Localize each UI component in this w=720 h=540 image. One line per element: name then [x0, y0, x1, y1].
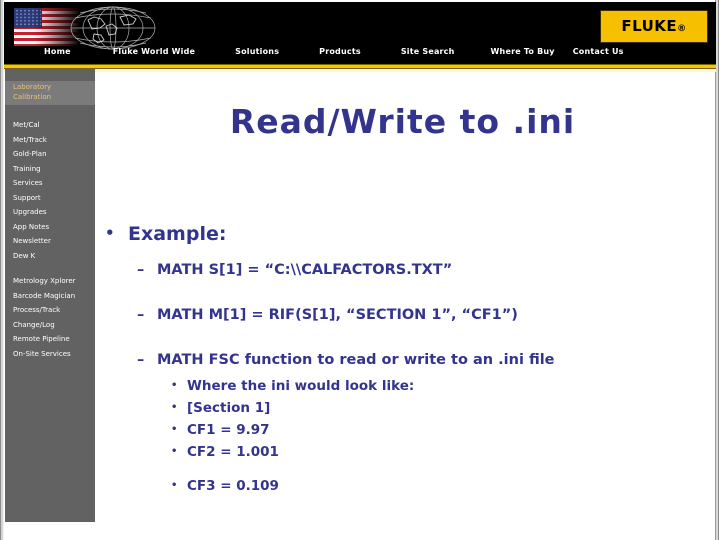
fluke-logo-text: FLUKE®	[621, 17, 687, 35]
main-navigation: Home Fluke World Wide Solutions Products…	[6, 44, 714, 58]
bullet-ini-cf3: CF3 = 0.109	[95, 475, 710, 497]
bullet-ini-cf1: CF1 = 9.97	[95, 419, 710, 441]
sidebar-item-change-log[interactable]: Change/Log	[13, 318, 97, 333]
sidebar-item-mettrack[interactable]: Met/Track	[13, 133, 97, 148]
fluke-logo[interactable]: FLUKE®	[600, 10, 708, 43]
sidebar-item-newsletter[interactable]: Newsletter	[13, 234, 97, 249]
sidebar-item-training[interactable]: Training	[13, 162, 97, 177]
bullet-ini-cf2: CF2 = 1.001	[95, 441, 710, 463]
sidebar-section-title[interactable]: Laboratory Calibration	[13, 82, 95, 102]
sidebar-item-process-track[interactable]: Process/Track	[13, 303, 97, 318]
sidebar-item-support[interactable]: Support	[13, 191, 97, 206]
sidebar-item-gold-plan[interactable]: Gold-Plan	[13, 147, 97, 162]
bullet-math-fsc: MATH FSC function to read or write to an…	[95, 350, 710, 370]
site-header-inner: FLUKE® Home Fluke World Wide Solutions P…	[6, 4, 714, 62]
nav-item-fluke-world-wide[interactable]: Fluke World Wide	[113, 47, 195, 56]
nav-item-home[interactable]: Home	[44, 47, 71, 56]
sidebar-item-metrology-xplorer[interactable]: Metrology Xplorer	[13, 274, 97, 289]
sidebar-item-barcode-magician[interactable]: Barcode Magician	[13, 289, 97, 304]
slide-title: Read/Write to .ini	[229, 102, 576, 141]
sidebar-item-metcal[interactable]: Met/Cal	[13, 118, 97, 133]
sidebar: Laboratory Calibration Met/Cal Met/Track…	[5, 69, 95, 522]
bullet-math-s-assignment: MATH S[1] = “C:\\CALFACTORS.TXT”	[95, 260, 710, 280]
bullet-ini-section-header: [Section 1]	[95, 397, 710, 419]
sidebar-section-title-line1: Laboratory	[13, 83, 52, 91]
sidebar-item-app-notes[interactable]: App Notes	[13, 220, 97, 235]
sidebar-item-upgrades[interactable]: Upgrades	[13, 205, 97, 220]
bullet-math-m-rif: MATH M[1] = RIF(S[1], “SECTION 1”, “CF1”…	[95, 305, 710, 325]
nav-item-contact-us[interactable]: Contact Us	[573, 47, 624, 56]
registered-mark-icon: ®	[677, 24, 687, 34]
window-left-border	[0, 0, 4, 540]
sidebar-group-divider	[13, 263, 97, 274]
sidebar-item-remote-pipeline[interactable]: Remote Pipeline	[13, 332, 97, 347]
sidebar-item-on-site-services[interactable]: On-Site Services	[13, 347, 97, 362]
window-right-scrollbar[interactable]	[713, 0, 720, 540]
slide-content: Read/Write to .ini Example: MATH S[1] = …	[95, 72, 710, 522]
nav-item-where-to-buy[interactable]: Where To Buy	[491, 47, 555, 56]
site-header: FLUKE® Home Fluke World Wide Solutions P…	[4, 2, 716, 64]
bullet-example: Example:	[95, 221, 710, 246]
nav-item-products[interactable]: Products	[319, 47, 361, 56]
slide-body: Example: MATH S[1] = “C:\\CALFACTORS.TXT…	[95, 221, 710, 498]
sidebar-section-title-line2: Calibration	[13, 93, 52, 101]
sidebar-item-services[interactable]: Services	[13, 176, 97, 191]
bullet-where-ini-looks-like: Where the ini would look like:	[95, 375, 710, 397]
nav-item-solutions[interactable]: Solutions	[235, 47, 279, 56]
nav-item-site-search[interactable]: Site Search	[401, 47, 455, 56]
presentation-page: FLUKE® Home Fluke World Wide Solutions P…	[0, 0, 720, 540]
sidebar-menu: Met/Cal Met/Track Gold-Plan Training Ser…	[13, 118, 97, 361]
sidebar-item-dew-k[interactable]: Dew K	[13, 249, 97, 264]
